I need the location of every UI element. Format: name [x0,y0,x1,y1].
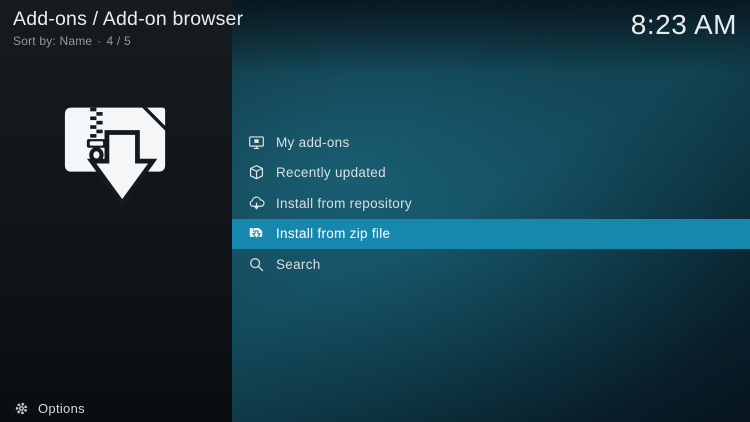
menu-item-recently-updated[interactable]: Recently updated [232,158,750,189]
header: Add-ons / Add-on browser Sort by: Name · 4… [13,8,243,48]
menu-item-label: Search [276,256,321,272]
menu-item-label: My add-ons [276,134,350,150]
left-panel [0,0,232,422]
options-label: Options [38,401,85,416]
install-from-zip-icon [249,228,263,240]
menu-item-install-from-repository[interactable]: Install from repository [232,188,750,219]
page-title: Add-ons / Add-on browser [13,8,244,30]
clock: 8:23 AM [630,9,737,40]
menu-item-install-from-zip[interactable]: Install from zip file [232,218,750,249]
separator-dot: · [97,34,102,48]
menu-item-label: Install from repository [276,195,412,211]
sort-by-label: Sort by: Name [13,34,93,48]
gear-icon [15,402,28,415]
search-icon [249,257,264,272]
position-indicator: 4 / 5 [106,34,131,48]
menu-item-my-addons[interactable]: My add-ons [232,127,750,158]
options-button[interactable]: Options [14,401,85,416]
menu-item-search[interactable]: Search [232,249,750,280]
addon-browser-menu: My add-ons Recently updated Install from… [232,127,750,280]
my-addons-icon [249,136,264,149]
menu-item-label: Recently updated [276,165,386,181]
sort-status: Sort by: Name · 4 / 5 [13,34,243,48]
install-from-repository-icon [249,196,265,210]
menu-item-label: Install from zip file [276,226,391,242]
recently-updated-icon [249,165,264,180]
zip-file-download-icon [64,107,166,207]
